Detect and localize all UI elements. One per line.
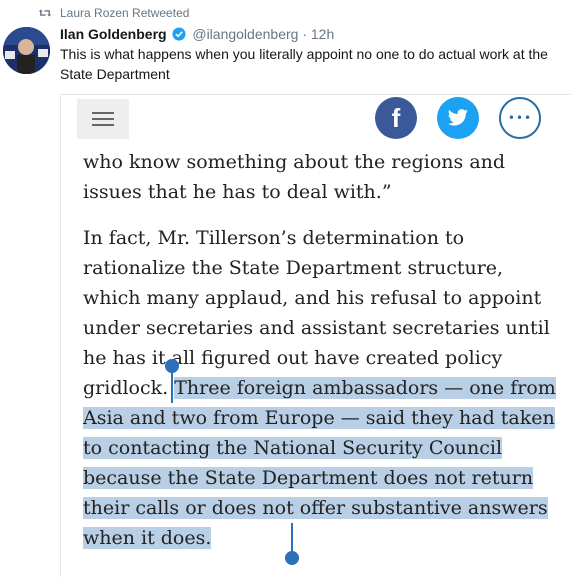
facebook-icon: f (391, 103, 401, 133)
article-body: who know something about the regions and… (83, 147, 563, 553)
article-screenshot[interactable]: f ••• who know something about the regio… (60, 94, 571, 577)
selection-end-bar (291, 523, 293, 553)
retweet-text: Laura Rozen Retweeted (60, 6, 190, 20)
ellipsis-icon: ••• (507, 111, 533, 125)
article-text: In fact, Mr. Tillerson’s determination t… (83, 227, 550, 399)
author-handle[interactable]: @ilangoldenberg (192, 26, 298, 42)
selection-start-handle[interactable] (165, 359, 179, 373)
avatar[interactable] (3, 27, 50, 74)
tweet-timestamp[interactable]: 12h (311, 26, 334, 42)
verified-badge-icon (172, 27, 187, 41)
article-paragraph: In fact, Mr. Tillerson’s determination t… (83, 223, 563, 553)
twitter-share-button[interactable] (437, 97, 479, 139)
facebook-share-button[interactable]: f (375, 97, 417, 139)
article-paragraph: who know something about the regions and… (83, 151, 506, 203)
more-options-button[interactable]: ••• (499, 97, 541, 139)
tweet-header: Ilan Goldenberg @ilangoldenberg · 12h (60, 24, 565, 44)
separator-dot: · (302, 26, 307, 42)
profile-photo (3, 27, 50, 74)
retweet-icon (38, 9, 52, 17)
retweet-context[interactable]: Laura Rozen Retweeted (38, 4, 189, 22)
article-toolbar: f ••• (61, 95, 571, 151)
tweet-text: This is what happens when you literally … (60, 46, 548, 82)
selection-end-handle[interactable] (285, 551, 299, 565)
menu-button[interactable] (77, 99, 129, 139)
twitter-bird-icon (447, 109, 468, 126)
selected-text[interactable]: Three foreign ambassadors — one from Asi… (83, 377, 556, 549)
author-name[interactable]: Ilan Goldenberg (60, 26, 167, 42)
hamburger-menu-icon (92, 112, 114, 126)
